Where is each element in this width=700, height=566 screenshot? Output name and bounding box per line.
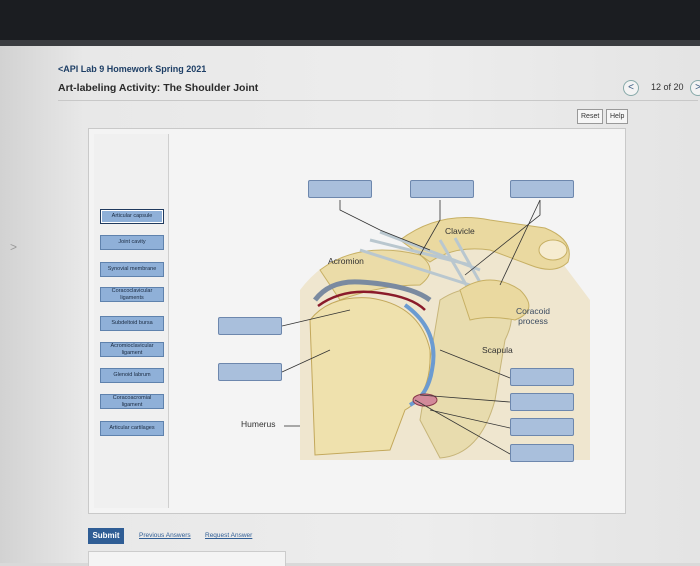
drop-target-top-3[interactable] — [510, 180, 574, 198]
clavicle-end — [538, 239, 568, 261]
drop-target-top-1[interactable] — [308, 180, 372, 198]
humerus-label: Humerus — [241, 419, 276, 429]
drop-target-left-2[interactable] — [218, 363, 282, 381]
drop-target-top-2[interactable] — [410, 180, 474, 198]
drop-target-right-4[interactable] — [510, 444, 574, 462]
shoulder-joint-diagram — [281, 199, 590, 460]
drop-target-right-3[interactable] — [510, 418, 574, 436]
feedback-area — [88, 551, 286, 566]
clavicle-label: Clavicle — [445, 226, 475, 236]
previous-answers-link[interactable]: Previous Answers — [139, 532, 191, 539]
drop-target-right-2[interactable] — [510, 393, 574, 411]
drop-target-right-1[interactable] — [510, 368, 574, 386]
request-answer-link[interactable]: Request Answer — [205, 532, 252, 539]
submit-button[interactable]: Submit — [88, 528, 124, 544]
coracoid-process-label: Coracoid process — [515, 306, 551, 326]
drop-target-left-1[interactable] — [218, 317, 282, 335]
scapula-label: Scapula — [482, 345, 513, 355]
acromion-label: Acromion — [328, 256, 364, 266]
